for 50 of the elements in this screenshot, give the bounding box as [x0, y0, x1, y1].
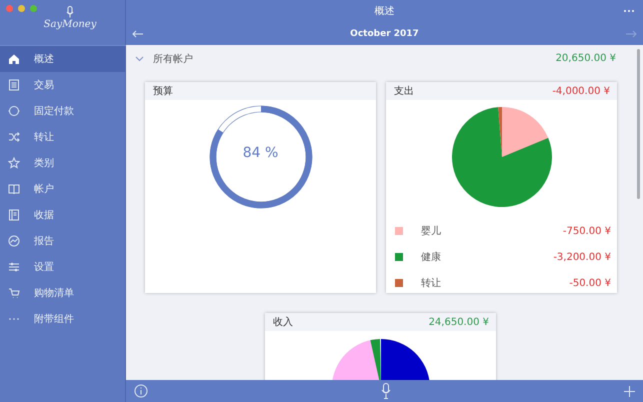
shuffle-icon: [8, 131, 20, 143]
legend-label: 健康: [421, 250, 441, 264]
add-icon[interactable]: [624, 386, 635, 396]
card-title: 预算: [153, 85, 173, 98]
close-window-button[interactable]: [6, 5, 13, 12]
more-icon[interactable]: [623, 9, 635, 13]
budget-percentage: 84 %: [242, 145, 280, 161]
legend-label: 转让: [421, 276, 441, 290]
microphone-icon[interactable]: [381, 383, 391, 399]
sidebar-item[interactable]: 类别: [0, 150, 126, 176]
cart-icon: [8, 287, 20, 299]
home-icon: [8, 53, 20, 65]
sliders-icon: [8, 261, 20, 273]
sidebar-item[interactable]: 转让: [0, 124, 126, 150]
circle-icon: [8, 105, 20, 117]
zoom-window-button[interactable]: [30, 5, 37, 12]
card-title: 收入: [273, 316, 293, 329]
legend-amount: -750.00 ¥: [562, 226, 611, 236]
list-icon: [8, 79, 20, 91]
sidebar-item[interactable]: 报告: [0, 228, 126, 254]
sidebar-item[interactable]: 交易: [0, 72, 126, 98]
minimize-window-button[interactable]: [18, 5, 25, 12]
sidebar-item[interactable]: 附带组件: [0, 306, 126, 332]
back-arrow-icon[interactable]: [132, 30, 144, 38]
info-icon[interactable]: [134, 384, 148, 398]
sidebar-item[interactable]: 设置: [0, 254, 126, 280]
app-logo: SayMoney: [44, 19, 96, 30]
forward-arrow-icon[interactable]: [624, 30, 637, 38]
book-icon: [8, 183, 20, 195]
chart-icon: [8, 235, 20, 247]
account-label: 所有帐户: [153, 52, 193, 66]
card-title: 支出: [394, 84, 414, 98]
star-icon: [8, 157, 20, 169]
scrollbar[interactable]: [637, 49, 640, 199]
sidebar-item[interactable]: 购物清单: [0, 280, 126, 306]
period-label: October 2017: [350, 28, 419, 38]
receipt-icon: [8, 209, 20, 221]
account-total: 20,650.00 ¥: [556, 53, 616, 64]
chevron-down-icon[interactable]: [135, 56, 144, 62]
sidebar-item[interactable]: 收据: [0, 202, 126, 228]
sidebar-item[interactable]: 帐户: [0, 176, 126, 202]
sidebar-item[interactable]: 固定付款: [0, 98, 126, 124]
sidebar-item[interactable]: 概述: [0, 46, 126, 72]
expenses-total: -4,000.00 ¥: [552, 86, 610, 96]
legend-amount: -3,200.00 ¥: [553, 252, 611, 262]
window-title: 概述: [374, 4, 394, 18]
microphone-icon: [66, 6, 74, 18]
income-total: 24,650.00 ¥: [428, 316, 489, 328]
legend-amount: -50.00 ¥: [569, 278, 611, 288]
legend-label: 婴儿: [421, 224, 441, 238]
